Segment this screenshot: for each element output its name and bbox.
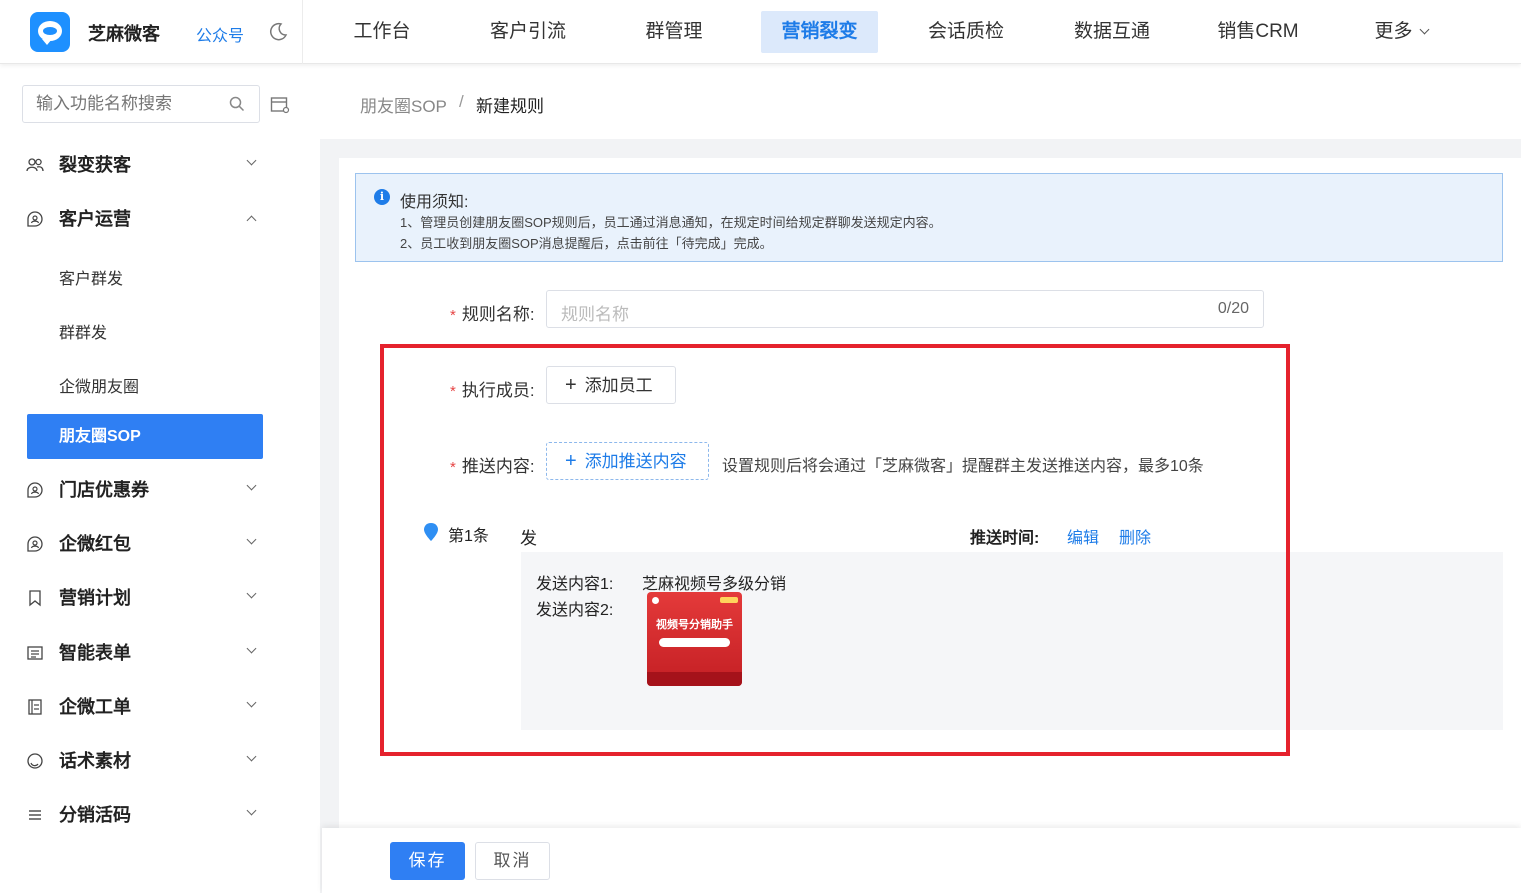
sidebar-item-customer-ops[interactable]: 客户运营 (26, 197, 264, 241)
account-link[interactable]: 公众号 (196, 22, 244, 46)
chevron-down-icon (246, 534, 257, 545)
sidebar-item-store-coupon[interactable]: 门店优惠券 (26, 468, 264, 512)
sidebar-sub-moments[interactable]: 企微朋友圈 (59, 373, 139, 397)
nav-workbench[interactable]: 工作台 (340, 11, 424, 53)
usage-notice: i 使用须知: 1、管理员创建朋友圈SOP规则后，员工通过消息通知，在规定时间给… (355, 173, 1503, 262)
calendar-settings-icon[interactable] (270, 96, 290, 114)
sidebar-item-label: 分销活码 (59, 805, 131, 825)
notice-line-2: 2、员工收到朋友圈SOP消息提醒后，点击前往「待完成」完成。 (400, 236, 773, 251)
users-icon (26, 158, 44, 172)
coupon-icon (27, 482, 43, 498)
sidebar-item-label: 智能表单 (59, 643, 131, 663)
nav-more[interactable]: 更多 (1366, 11, 1436, 53)
redpacket-icon (27, 536, 43, 552)
form-icon (27, 646, 43, 660)
rule-name-counter: 0/20 (1217, 300, 1249, 317)
chevron-down-icon (246, 588, 257, 599)
sidebar-item-scripts[interactable]: 话术素材 (26, 739, 264, 783)
notice-line-1: 1、管理员创建朋友圈SOP规则后，员工通过消息通知，在规定时间给规定群聊发送规定… (400, 215, 942, 230)
sidebar-item-work-order[interactable]: 企微工单 (26, 685, 264, 729)
rule-name-placeholder: 规则名称 (561, 305, 629, 324)
rule-name-label: * 规则名称: (450, 300, 535, 325)
sidebar-item-label: 裂变获客 (59, 155, 131, 175)
header-divider (302, 0, 303, 64)
sidebar-sub-group-broadcast[interactable]: 群群发 (59, 319, 107, 343)
nav-data-sync[interactable]: 数据互通 (1064, 11, 1160, 53)
search-input[interactable] (22, 85, 260, 123)
sidebar-item-fission[interactable]: 裂变获客 (26, 143, 264, 187)
breadcrumb-parent[interactable]: 朋友圈SOP (360, 92, 447, 117)
notice-title: 使用须知: (400, 194, 469, 211)
chevron-down-icon (246, 751, 257, 762)
nav-session-audit[interactable]: 会话质检 (918, 11, 1014, 53)
sidebar-sub-moments-sop[interactable]: 朋友圈SOP (27, 414, 263, 459)
chevron-down-icon (246, 643, 257, 654)
nav-marketing-fission[interactable]: 营销裂变 (761, 11, 878, 53)
moon-icon[interactable] (268, 22, 288, 42)
ticket-icon (28, 699, 42, 715)
breadcrumb-separator: / (459, 92, 464, 111)
required-mark: * (450, 307, 456, 324)
breadcrumb-current: 新建规则 (476, 97, 544, 116)
sidebar-item-label: 话术素材 (59, 751, 131, 771)
chat-people-icon (27, 211, 43, 227)
nav-sales-crm[interactable]: 销售CRM (1208, 11, 1308, 53)
bookmark-icon (29, 590, 41, 607)
chevron-down-icon (246, 805, 257, 816)
chevron-down-icon (246, 480, 257, 491)
chevron-up-icon (246, 215, 257, 226)
chevron-down-icon (246, 697, 257, 708)
sidebar-item-marketing-plan[interactable]: 营销计划 (26, 576, 264, 620)
rule-name-label-text: 规则名称: (461, 305, 535, 324)
sidebar-item-label: 企微工单 (59, 697, 131, 717)
sidebar-item-label: 门店优惠券 (59, 480, 149, 500)
list-icon (29, 810, 41, 820)
sidebar-item-label: 客户运营 (59, 209, 131, 229)
nav-customer-acquisition[interactable]: 客户引流 (480, 11, 576, 53)
sidebar-item-distribution-code[interactable]: 分销活码 (26, 793, 264, 837)
chevron-down-icon (246, 155, 257, 166)
rule-name-input[interactable]: 规则名称 0/20 (546, 290, 1264, 328)
top-bar: 芝麻微客 公众号 工作台 客户引流 群管理 营销裂变 会话质检 数据互通 销售C… (0, 0, 1521, 64)
info-icon: i (374, 189, 390, 205)
cancel-button[interactable]: 取消 (475, 842, 550, 880)
sidebar-item-smart-form[interactable]: 智能表单 (26, 631, 264, 675)
save-button[interactable]: 保存 (390, 842, 465, 880)
nav-more-label: 更多 (1374, 21, 1413, 42)
sidebar-item-red-packet[interactable]: 企微红包 (26, 522, 264, 566)
sidebar-item-label: 企微红包 (59, 534, 131, 554)
circle-icon (27, 753, 43, 769)
sidebar-sub-customer-broadcast[interactable]: 客户群发 (59, 265, 123, 289)
logo-icon[interactable] (30, 12, 70, 52)
nav-group-management[interactable]: 群管理 (632, 11, 716, 53)
search-icon[interactable] (229, 96, 245, 112)
brand-name: 芝麻微客 (88, 24, 160, 44)
sidebar-item-label: 营销计划 (59, 588, 131, 608)
chevron-down-icon (1419, 24, 1429, 35)
highlight-box (380, 344, 1290, 756)
